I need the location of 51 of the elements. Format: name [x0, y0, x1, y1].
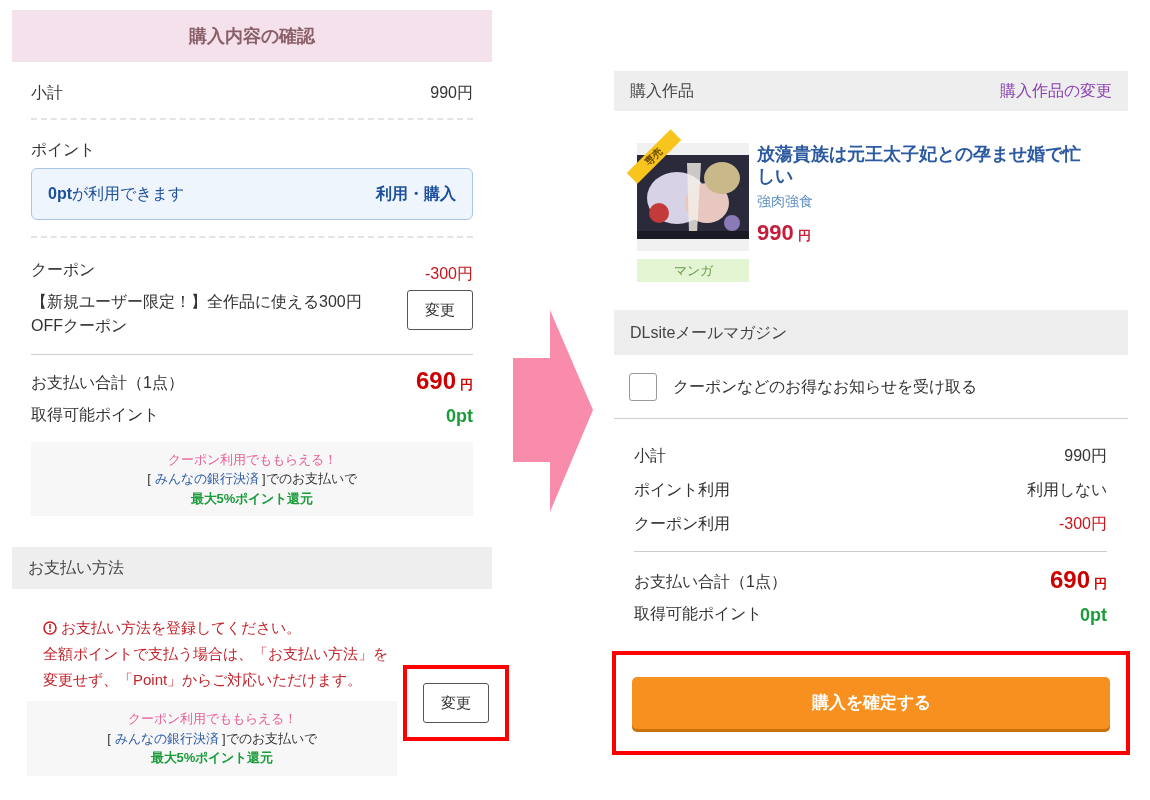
- checkbox[interactable]: [629, 372, 657, 401]
- section-header: 購入作品: [630, 81, 694, 101]
- points-earned-label: 取得可能ポイント: [31, 404, 159, 425]
- summary-label: 小計: [634, 446, 666, 466]
- summary-value: 990円: [1064, 446, 1107, 466]
- section-header: お支払い方法: [12, 547, 492, 589]
- change-button[interactable]: 変更: [407, 290, 473, 330]
- subtotal-value: 990円: [430, 83, 473, 103]
- subtotal-label: 小計: [31, 83, 63, 103]
- product-title[interactable]: 放蕩貴族は元王太子妃との孕ませ婚で忙しい: [757, 143, 1092, 187]
- points-earned-value: 0pt: [446, 404, 473, 428]
- coupon-description: 【新規ユーザー限定！】全作品に使える300円OFFクーポン: [31, 292, 363, 336]
- points-message: 0ptが利用できます: [48, 184, 184, 204]
- summary-label: クーポン利用: [634, 514, 730, 534]
- category-tag: マンガ: [637, 259, 749, 282]
- summary-value: 利用しない: [1027, 480, 1107, 500]
- points-label: ポイント: [31, 140, 96, 160]
- total-label: お支払い合計（1点）: [31, 372, 184, 393]
- use-points-link[interactable]: 利用・購入: [376, 182, 456, 206]
- currency-unit: 円: [1094, 575, 1107, 593]
- page-title: 購入内容の確認: [12, 10, 492, 62]
- points-panel[interactable]: 0ptが利用できます 利用・購入: [31, 168, 473, 220]
- bank-payment-link[interactable]: みんなの銀行決済: [114, 730, 219, 746]
- product-price: 990: [757, 219, 794, 247]
- section-header: DLsiteメールマガジン: [614, 310, 1128, 355]
- author-name: 強肉強食: [757, 192, 814, 211]
- coupon-discount: -300円: [424, 264, 473, 284]
- reward-text: 最大5%ポイント還元: [149, 749, 275, 767]
- bank-payment-link[interactable]: みんなの銀行決済: [154, 471, 259, 486]
- promo-text: [ みんなの銀行決済 ]でのお支払いで: [146, 470, 358, 488]
- reward-text: 最大5%ポイント還元: [189, 489, 315, 508]
- points-earned-value: 0pt: [1080, 603, 1107, 627]
- total-amount: 690: [1049, 568, 1090, 592]
- change-product-link[interactable]: 購入作品の変更: [1000, 79, 1112, 103]
- summary-label: ポイント利用: [634, 480, 730, 500]
- promo-text: [ みんなの銀行決済 ]でのお支払いで: [106, 729, 318, 748]
- arrow-icon: [513, 310, 593, 512]
- currency-unit: 円: [460, 376, 473, 394]
- summary-value: -300円: [1058, 514, 1107, 534]
- payment-note: 全額ポイントで支払う場合は、「お支払い方法」を変更せず、「Point」からご対応いただけます。: [42, 644, 389, 690]
- coupon-label: クーポン: [31, 260, 96, 280]
- error-message: お支払い方法を登録してください。: [61, 618, 301, 638]
- points-earned-label: 取得可能ポイント: [634, 603, 762, 624]
- promo-headline: クーポン利用でももらえる！: [166, 450, 338, 469]
- total-amount: 690: [415, 369, 456, 393]
- warning-icon: [43, 621, 57, 635]
- change-button[interactable]: 変更: [423, 683, 489, 723]
- total-label: お支払い合計（1点）: [634, 571, 787, 592]
- currency-unit: 円: [797, 227, 811, 245]
- checkbox-label: クーポンなどのお得なお知らせを受け取る: [673, 376, 977, 397]
- promo-headline: クーポン利用でももらえる！: [126, 710, 298, 728]
